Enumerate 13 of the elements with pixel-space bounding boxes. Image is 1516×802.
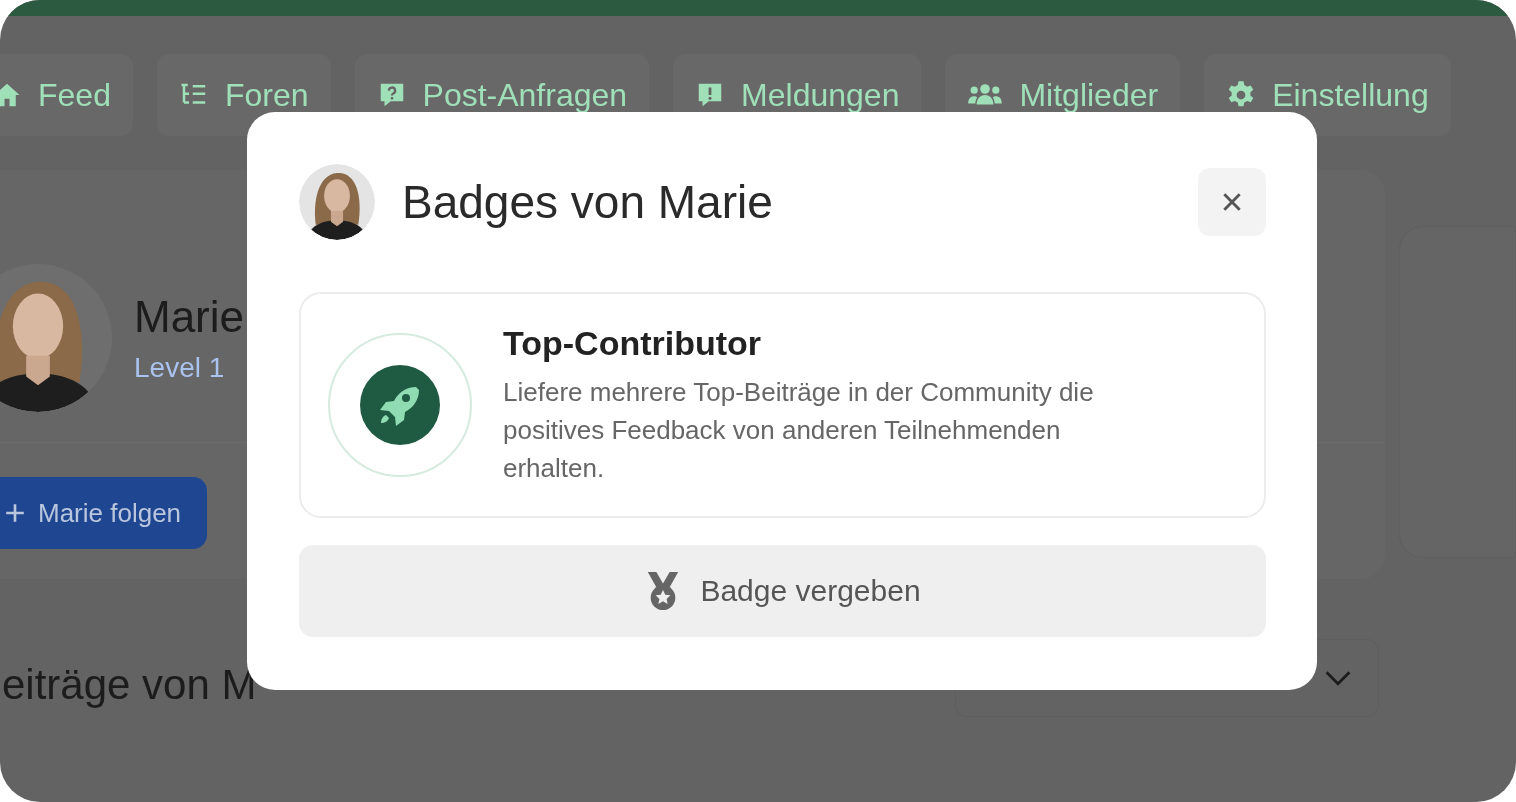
close-icon xyxy=(1221,191,1243,213)
close-button[interactable] xyxy=(1198,168,1266,236)
award-badge-button[interactable]: Badge vergeben xyxy=(299,545,1266,637)
badge-title: Top-Contributor xyxy=(503,323,763,363)
dialog-title: Badges von Marie xyxy=(402,175,774,229)
badge-description: Liefere mehrere Top-Beiträge in der Community die positives Feedback von anderen Teilnehmenden erhalten. xyxy=(503,375,1095,485)
plus-icon xyxy=(4,502,26,524)
profile-name: Marie xyxy=(134,292,245,342)
level-label: Level 1 xyxy=(134,352,225,384)
follow-button[interactable]: Marie folgen xyxy=(0,477,208,549)
chevron-down-icon xyxy=(1324,670,1352,686)
nav-tab[interactable]: Feed xyxy=(0,54,133,136)
rocket-icon xyxy=(360,365,440,445)
